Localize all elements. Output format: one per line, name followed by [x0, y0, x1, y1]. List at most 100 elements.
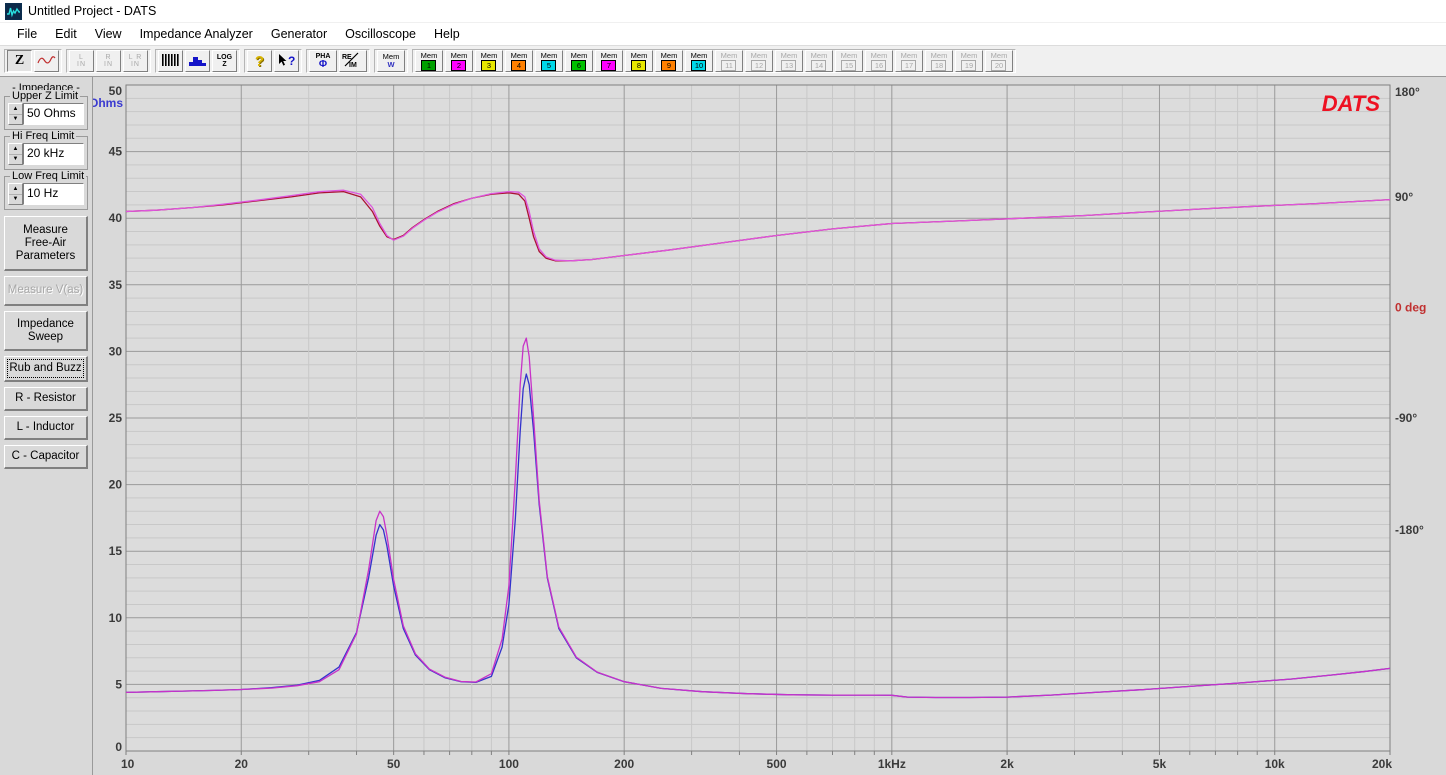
memory-19-button[interactable]: Mem 19: [955, 50, 983, 72]
hi-freq-limit-legend: Hi Freq Limit: [10, 130, 77, 142]
impedance-sweep-label: Impedance Sweep: [17, 317, 74, 343]
memory-4-button-label: Mem 4: [510, 50, 528, 71]
memory-20-button[interactable]: Mem 20: [985, 50, 1013, 72]
memory-18-button[interactable]: Mem 18: [925, 50, 953, 72]
memory-12-button[interactable]: Mem 12: [745, 50, 773, 72]
memory-5-button-label: Mem 5: [540, 50, 558, 71]
impedance-plot[interactable]: 0 5 10 15 20 25 30 35 40 45 50 Ohms 180° 90° 0 deg -90°…: [93, 77, 1446, 775]
c-capacitor-button[interactable]: C - Capacitor: [4, 445, 88, 469]
menu-item-help[interactable]: Help: [425, 24, 469, 44]
re-im-button[interactable]: RE IM: [339, 50, 367, 72]
bar-graph-button[interactable]: [158, 50, 183, 72]
low-freq-limit-legend: Low Freq Limit: [10, 170, 87, 182]
memory-8-button-slot-number: 8: [631, 59, 647, 71]
x-axis-tick-label: 1kHz: [878, 757, 906, 771]
memory-6-button[interactable]: Mem 6: [565, 50, 593, 72]
memory-8-button[interactable]: Mem 8: [625, 50, 653, 72]
rub-and-buzz-button[interactable]: Rub and Buzz: [4, 356, 88, 382]
stepper-down-icon[interactable]: ▼: [9, 195, 22, 205]
menu-item-view[interactable]: View: [86, 24, 131, 44]
menu-item-impedance-analyzer[interactable]: Impedance Analyzer: [131, 24, 262, 44]
memory-7-button[interactable]: Mem 7: [595, 50, 623, 72]
memory-6-button-slot-number: 6: [571, 59, 587, 71]
filled-graph-button[interactable]: [185, 50, 210, 72]
memory-19-button-slot-number: 19: [961, 59, 977, 71]
stepper-up-icon[interactable]: ▲: [9, 184, 22, 195]
toolbar: Z L IN R IN L R IN LOG Z ? ? PHA Φ RE IM…: [0, 45, 1446, 77]
memory-15-button[interactable]: Mem 15: [835, 50, 863, 72]
left-in-button[interactable]: L IN: [69, 50, 94, 72]
window-title-text: Untitled Project - DATS: [28, 4, 157, 18]
memory-14-button[interactable]: Mem 14: [805, 50, 833, 72]
left-in-icon: L IN: [77, 54, 86, 68]
low-freq-limit-stepper[interactable]: ▲ ▼: [8, 183, 23, 205]
hi-freq-limit-input[interactable]: 20 kHz: [23, 143, 84, 165]
low-freq-limit-input[interactable]: 10 Hz: [23, 183, 84, 205]
left-right-in-button[interactable]: L R IN: [123, 50, 148, 72]
measure-vas-button[interactable]: Measure V(as): [4, 276, 88, 306]
memory-2-button-slot-number: 2: [451, 59, 467, 71]
menu-item-edit[interactable]: Edit: [46, 24, 86, 44]
memory-16-button[interactable]: Mem 16: [865, 50, 893, 72]
memory-17-button[interactable]: Mem 17: [895, 50, 923, 72]
x-axis-tick-label: 2k: [1000, 757, 1014, 771]
impedance-sweep-button[interactable]: Impedance Sweep: [4, 311, 88, 351]
memory-13-button-slot-number: 13: [781, 59, 797, 71]
log-z-button[interactable]: LOG Z: [212, 50, 237, 72]
memory-w-button[interactable]: Mem W: [377, 50, 405, 72]
y-axis-tick-label: 25: [109, 411, 123, 425]
memory-17-button-slot-number: 17: [901, 59, 917, 71]
memory-3-button-slot-number: 3: [481, 59, 497, 71]
memory-10-button[interactable]: Mem 10: [685, 50, 713, 72]
memory-11-button[interactable]: Mem 11: [715, 50, 743, 72]
y-axis-tick-label: 0: [115, 740, 122, 754]
memory-10-button-slot-number: 10: [691, 59, 707, 71]
x-axis-tick-label: 50: [387, 757, 401, 771]
measure-free-air-parameters-button[interactable]: Measure Free-Air Parameters: [4, 216, 88, 271]
right-in-button[interactable]: R IN: [96, 50, 121, 72]
upper-z-limit-stepper[interactable]: ▲ ▼: [8, 103, 23, 125]
menu-item-generator[interactable]: Generator: [262, 24, 336, 44]
memory-2-button[interactable]: Mem 2: [445, 50, 473, 72]
upper-z-limit-legend: Upper Z Limit: [10, 90, 81, 102]
l-inductor-button[interactable]: L - Inductor: [4, 416, 88, 440]
y-axis-unit-label: Ohms: [93, 96, 123, 110]
menu-item-oscilloscope[interactable]: Oscilloscope: [336, 24, 425, 44]
sine-wave-button[interactable]: [34, 50, 59, 72]
memory-10-button-label: Mem 10: [690, 50, 708, 71]
memory-15-button-label: Mem 15: [840, 50, 858, 71]
memory-13-button[interactable]: Mem 13: [775, 50, 803, 72]
filled-step-icon: [188, 53, 207, 69]
memory-4-button[interactable]: Mem 4: [505, 50, 533, 72]
upper-z-limit-input[interactable]: 50 Ohms: [23, 103, 84, 125]
memory-17-button-label: Mem 17: [900, 50, 918, 71]
toolbar-group-memory-w: Mem W: [374, 49, 408, 73]
phase-button[interactable]: PHA Φ: [309, 50, 337, 72]
stepper-up-icon[interactable]: ▲: [9, 104, 22, 115]
help-question-button[interactable]: ?: [247, 50, 272, 72]
log-z-icon: LOG Z: [216, 53, 233, 69]
memory-1-button-label: Mem 1: [420, 50, 438, 71]
impedance-z-button[interactable]: Z: [7, 50, 32, 72]
x-axis-tick-label: 200: [614, 757, 634, 771]
upper-z-limit-group: Upper Z Limit ▲ ▼ 50 Ohms: [4, 90, 88, 130]
r-resistor-button[interactable]: R - Resistor: [4, 387, 88, 411]
impedance-plot-svg[interactable]: 0 5 10 15 20 25 30 35 40 45 50 Ohms 180° 90° 0 deg -90°…: [93, 77, 1446, 775]
y-axis-tick-label: 15: [109, 544, 123, 558]
stepper-down-icon[interactable]: ▼: [9, 115, 22, 125]
context-help-button[interactable]: ?: [274, 50, 299, 72]
hi-freq-limit-stepper[interactable]: ▲ ▼: [8, 143, 23, 165]
hi-freq-limit-group: Hi Freq Limit ▲ ▼ 20 kHz: [4, 130, 88, 170]
memory-15-button-slot-number: 15: [841, 59, 857, 71]
memory-9-button-slot-number: 9: [661, 59, 677, 71]
memory-2-button-label: Mem 2: [450, 50, 468, 71]
menu-item-file[interactable]: File: [8, 24, 46, 44]
stepper-down-icon[interactable]: ▼: [9, 155, 22, 165]
memory-9-button[interactable]: Mem 9: [655, 50, 683, 72]
x-axis-tick-label: 500: [767, 757, 787, 771]
memory-3-button[interactable]: Mem 3: [475, 50, 503, 72]
stepper-up-icon[interactable]: ▲: [9, 144, 22, 155]
memory-1-button[interactable]: Mem 1: [415, 50, 443, 72]
memory-5-button[interactable]: Mem 5: [535, 50, 563, 72]
memory-20-button-label: Mem 20: [990, 50, 1008, 71]
